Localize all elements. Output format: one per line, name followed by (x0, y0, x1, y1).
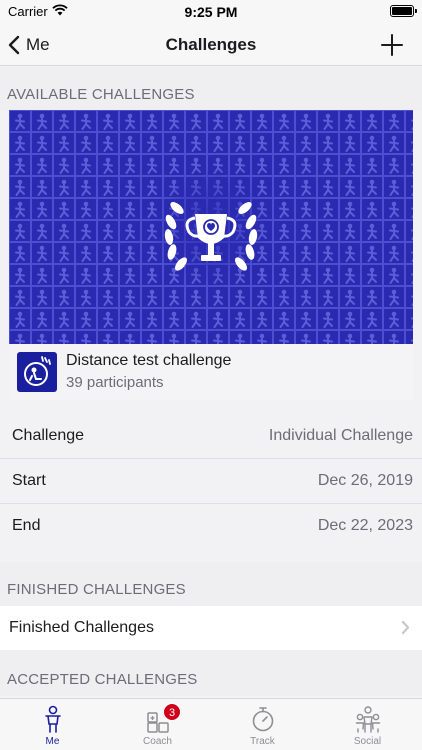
tab-coach[interactable]: 3 Coach (105, 699, 210, 750)
chevron-right-icon (401, 620, 410, 635)
tab-label: Me (45, 736, 60, 747)
detail-row-end: End Dec 22, 2023 (0, 504, 422, 549)
section-header-finished: FINISHED CHALLENGES (0, 562, 422, 606)
challenge-card[interactable]: Distance test challenge 39 participants (9, 110, 413, 400)
challenge-logo-icon (17, 352, 57, 392)
detail-label: Challenge (12, 427, 85, 444)
detail-row-challenge: Challenge Individual Challenge (0, 414, 422, 459)
tab-bar: Me 3 Coach Track Social (0, 698, 422, 750)
challenge-info: Distance test challenge 39 participants (9, 344, 413, 400)
detail-value: Dec 26, 2019 (317, 472, 413, 489)
tab-label: Track (250, 736, 275, 747)
tab-social[interactable]: Social (315, 699, 420, 750)
notification-badge: 3 (163, 703, 181, 721)
page-title: Challenges (165, 35, 257, 54)
person-icon (44, 705, 61, 733)
navigation-bar: Me Challenges (0, 24, 422, 66)
detail-value: Dec 22, 2023 (317, 517, 413, 534)
section-header-available: AVAILABLE CHALLENGES (0, 67, 422, 111)
detail-row-start: Start Dec 26, 2019 (0, 459, 422, 504)
clock: 9:25 PM (184, 4, 238, 20)
row-label: Finished Challenges (9, 619, 154, 636)
add-icon[interactable] (380, 33, 404, 57)
tab-me[interactable]: Me (0, 699, 105, 750)
status-bar: Carrier 9:25 PM (0, 0, 422, 24)
section-title: AVAILABLE CHALLENGES (7, 86, 195, 103)
section-header-accepted: ACCEPTED CHALLENGES (0, 650, 422, 696)
challenge-banner (9, 110, 413, 344)
detail-label: Start (12, 472, 46, 489)
battery-icon (390, 5, 417, 17)
section-title: ACCEPTED CHALLENGES (7, 671, 198, 688)
stopwatch-icon (252, 707, 273, 732)
detail-label: End (12, 517, 41, 534)
challenge-title: Distance test challenge (66, 352, 232, 369)
tab-track[interactable]: Track (210, 699, 315, 750)
tab-label: Coach (143, 736, 172, 747)
tab-label: Social (353, 736, 382, 747)
people-icon (355, 706, 380, 733)
detail-value: Individual Challenge (268, 427, 413, 444)
finished-challenges-row[interactable]: Finished Challenges (0, 606, 422, 650)
participants-count: 39 participants (66, 374, 164, 391)
section-title: FINISHED CHALLENGES (7, 581, 186, 598)
